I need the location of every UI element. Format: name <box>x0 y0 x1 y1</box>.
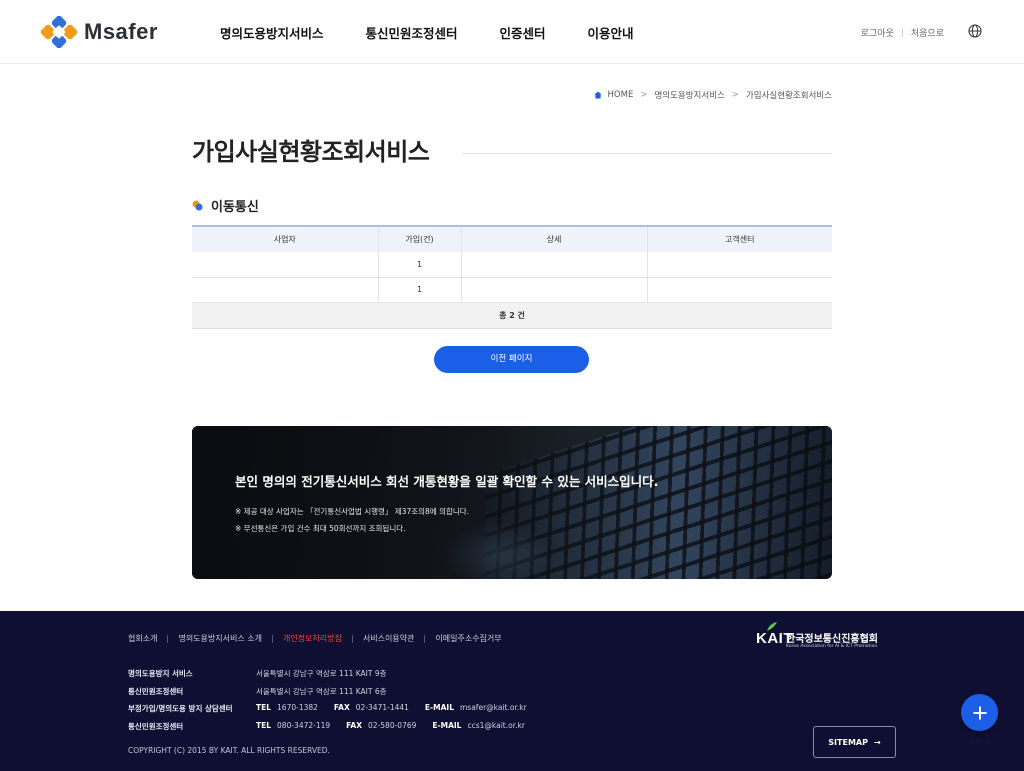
plus-icon <box>973 706 986 719</box>
msafer-logo-icon <box>40 16 78 48</box>
table-cell <box>647 277 832 303</box>
footer-nav: 협회소개 명의도용방지서비스 소개 개인정보처리방침 서비스이용약관 이메일주소… <box>128 633 502 644</box>
kait-logo-english: Korea Association for AI & ICT Promotion <box>786 644 878 649</box>
footer-info-name: 통신민원조정센터 <box>128 722 184 731</box>
logo[interactable]: Msafer <box>40 16 158 48</box>
breadcrumb-separator-icon: > <box>640 90 648 100</box>
footer-email[interactable]: ccs1@kait.or.kr <box>467 721 524 732</box>
breadcrumb-separator-icon: > <box>731 90 739 100</box>
footer-link-email-refusal[interactable]: 이메일주소수집거부 <box>435 633 501 644</box>
footer-fax: 02-3471-1441 <box>355 703 409 712</box>
util-menu: 로그아웃 처음으로 <box>861 26 944 39</box>
footer-divider <box>351 634 353 643</box>
breadcrumb: HOME > 명의도용방지서비스 > 가입사실현황조회서비스 <box>594 89 832 101</box>
table-header-row: 사업자 가입(건) 상세 고객센터 <box>192 225 832 252</box>
footer-tel: 1670-1382 <box>277 703 318 712</box>
table-cell: 1 <box>378 252 462 278</box>
table-cell <box>192 252 379 278</box>
logo-text: Msafer <box>84 19 158 44</box>
footer-info-address: 서울특별시 강남구 역삼로 111 KAIT 6층 <box>256 687 387 696</box>
footer-info-name: 명의도용방지 서비스 <box>128 669 193 678</box>
footer-info-row: 통신민원조정센터 TEL 080-3472-119 FAX 02-580-076… <box>128 721 525 732</box>
table-row: 1 <box>192 277 832 303</box>
breadcrumb-home[interactable]: HOME <box>608 90 634 100</box>
footer-email[interactable]: msafer@kait.or.kr <box>460 703 527 714</box>
table-row: 1 <box>192 252 832 278</box>
globe-icon[interactable] <box>968 24 982 38</box>
footer-divider <box>167 634 169 643</box>
prev-page-button[interactable]: 이전 페이지 <box>434 346 589 373</box>
footer-info-name: 통신민원조정센터 <box>128 687 184 696</box>
site-header: Msafer 명의도용방지서비스 통신민원조정센터 인증센터 이용안내 로그아웃… <box>0 0 1024 64</box>
email-label: E-MAIL <box>432 721 462 730</box>
footer-info-row: 부정가입/명의도용 방지 상담센터 TEL 1670-1382 FAX 02-3… <box>128 703 527 714</box>
section-bullet-icon <box>192 200 203 211</box>
banner-note: ※ 무선통신은 가입 건수 최대 50회선까지 조회됩니다. <box>235 524 406 533</box>
footer-tel: 080-3472-119 <box>277 721 331 730</box>
footer-link-about[interactable]: 협회소개 <box>128 633 157 644</box>
table-total-row: 총 2 건 <box>192 302 832 329</box>
footer-info-name: 부정가입/명의도용 방지 상담센터 <box>128 704 233 713</box>
col-customer-center: 고객센터 <box>647 225 832 252</box>
footer-divider <box>424 634 426 643</box>
footer-link-terms[interactable]: 서비스이용약관 <box>363 633 415 644</box>
col-detail: 상세 <box>461 225 648 252</box>
banner-note: ※ 제공 대상 사업자는 「전기통신사업법 시행령」 제37조의8에 의합니다. <box>235 507 470 516</box>
footer-info-row: 명의도용방지 서비스 서울특별시 강남구 역삼로 111 KAIT 9층 <box>128 668 387 679</box>
section-title-label: 이동통신 <box>211 200 259 215</box>
sitemap-label: SITEMAP <box>828 737 868 747</box>
tel-label: TEL <box>256 703 272 712</box>
copyright: COPYRIGHT (C) 2015 BY KAIT. ALL RIGHTS R… <box>128 746 330 755</box>
footer-divider <box>271 634 273 643</box>
util-divider <box>901 28 903 37</box>
sitemap-button[interactable]: SITEMAP → <box>813 726 896 758</box>
breadcrumb-service[interactable]: 명의도용방지서비스 <box>654 89 724 101</box>
footer-info-row: 통신민원조정센터 서울특별시 강남구 역삼로 111 KAIT 6층 <box>128 686 387 697</box>
nav-complaint-center[interactable]: 통신민원조정센터 <box>366 23 458 42</box>
title-divider <box>462 153 832 154</box>
kait-logo-korean: 한국정보통신진흥협회 <box>786 634 878 645</box>
col-count: 가입(건) <box>378 225 462 252</box>
col-provider: 사업자 <box>192 225 379 252</box>
main-nav: 명의도용방지서비스 통신민원조정센터 인증센터 이용안내 <box>220 0 676 64</box>
fax-label: FAX <box>346 721 363 730</box>
fax-label: FAX <box>333 703 350 712</box>
arrow-right-icon: → <box>873 737 881 747</box>
table-cell <box>461 252 648 278</box>
footer-info-address: 서울특별시 강남구 역삼로 111 KAIT 9층 <box>256 669 387 678</box>
email-label: E-MAIL <box>424 703 454 712</box>
home-icon <box>594 91 602 99</box>
kait-logo[interactable]: KAIT 한국정보통신진흥협회 Korea Association for AI… <box>756 622 916 654</box>
info-banner: 본인 명의의 전기통신서비스 회선 개통현황을 일괄 확인할 수 있는 서비스입… <box>192 426 832 579</box>
tel-label: TEL <box>256 721 272 730</box>
table-total: 총 2 건 <box>192 302 832 329</box>
logout-link[interactable]: 로그아웃 <box>861 26 894 39</box>
section-title: 이동통신 <box>192 196 259 215</box>
table-cell <box>192 277 379 303</box>
quick-menu-button[interactable] <box>961 694 998 731</box>
page-title: 가입사실현황조회서비스 <box>192 138 430 166</box>
nav-guide[interactable]: 이용안내 <box>588 23 634 42</box>
breadcrumb-current: 가입사실현황조회서비스 <box>745 91 832 101</box>
table-cell <box>461 277 648 303</box>
banner-title: 본인 명의의 전기통신서비스 회선 개통현황을 일괄 확인할 수 있는 서비스입… <box>235 474 659 489</box>
table-cell <box>647 252 832 278</box>
table-cell: 1 <box>378 277 462 303</box>
quick-menu-label: 바로가기 <box>970 739 989 745</box>
footer-fax: 02-580-0769 <box>368 721 417 730</box>
footer-link-service-intro[interactable]: 명의도용방지서비스 소개 <box>178 633 262 644</box>
subscription-table: 사업자 가입(건) 상세 고객센터 1 1 총 2 건 <box>192 225 832 329</box>
home-link[interactable]: 처음으로 <box>911 26 944 39</box>
nav-auth-center[interactable]: 인증센터 <box>500 23 546 42</box>
nav-identity-theft[interactable]: 명의도용방지서비스 <box>220 23 324 42</box>
footer-link-privacy[interactable]: 개인정보처리방침 <box>283 633 342 644</box>
site-footer: 협회소개 명의도용방지서비스 소개 개인정보처리방침 서비스이용약관 이메일주소… <box>0 611 1024 771</box>
banner-overlay <box>192 426 832 579</box>
